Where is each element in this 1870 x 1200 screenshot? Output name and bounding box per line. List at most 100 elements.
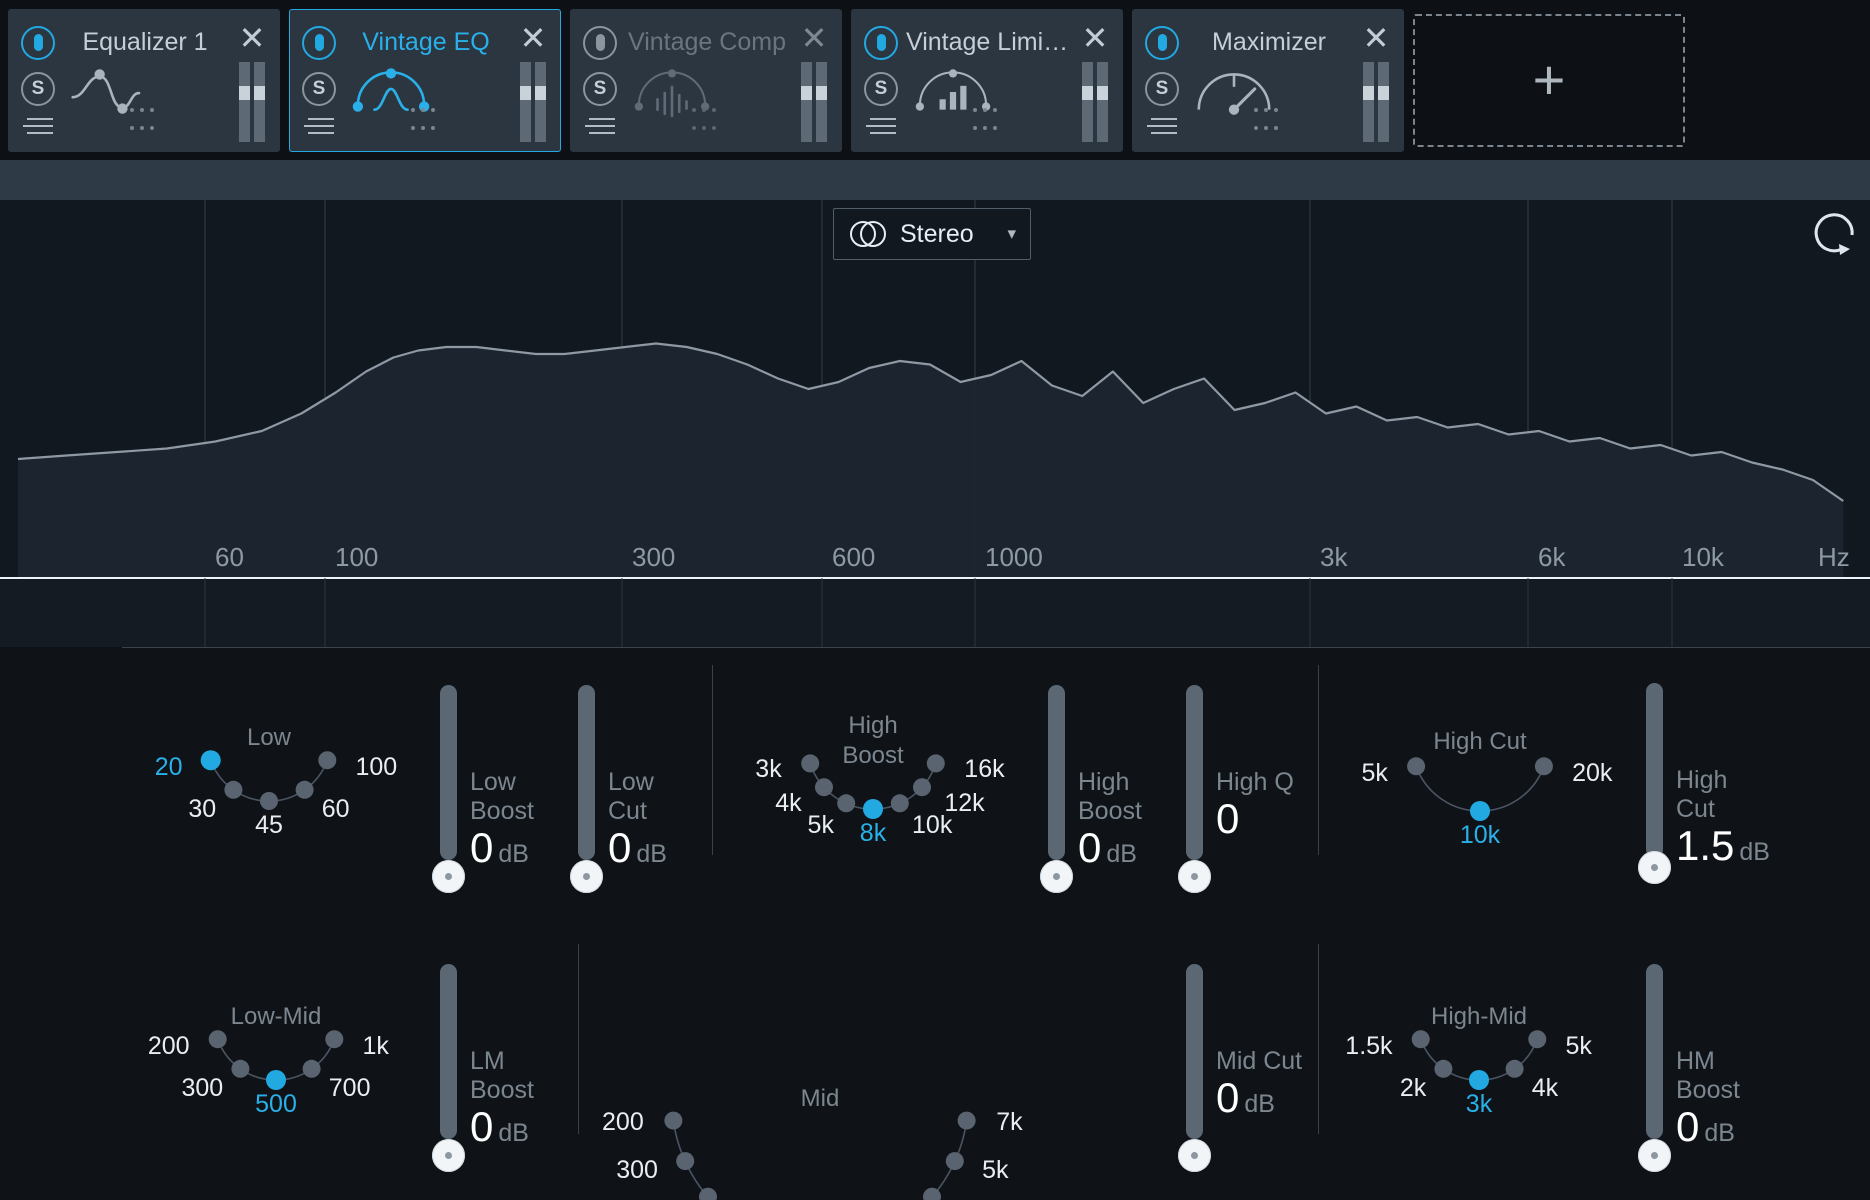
- list-icon[interactable]: [21, 117, 55, 140]
- module-tile[interactable]: S Equalizer 1 ✕: [8, 8, 280, 152]
- hm-boost-slider-handle[interactable]: [1638, 1139, 1671, 1172]
- high-cut-slider[interactable]: High Cut 1.5 dB: [1638, 683, 1770, 884]
- module-tile[interactable]: S Vintage Comp ✕: [570, 8, 842, 152]
- knob-option-label[interactable]: 10k: [1460, 821, 1500, 850]
- knob-option-label[interactable]: 1k: [362, 1032, 388, 1061]
- low-boost-slider[interactable]: Low Boost 0 dB: [432, 685, 562, 893]
- high-q-slider-track[interactable]: [1186, 685, 1203, 860]
- mid-cut-slider-track[interactable]: [1186, 964, 1203, 1139]
- knob-detent[interactable]: [890, 794, 909, 813]
- knob-detent[interactable]: [1411, 1030, 1430, 1049]
- knob-detent[interactable]: [863, 799, 883, 819]
- knob-detent[interactable]: [815, 778, 833, 797]
- drag-handle-icon[interactable]: [970, 101, 1004, 137]
- high-boost-frequency-knob[interactable]: High Boost 3k 4k 5k 8k 10k 12k 16k: [755, 675, 1004, 847]
- high-q-slider[interactable]: High Q 0: [1178, 685, 1308, 893]
- knob-option-label[interactable]: 45: [255, 811, 283, 840]
- knob-option-label[interactable]: 1.5k: [1345, 1032, 1392, 1061]
- high-mid-frequency-knob[interactable]: High-Mid 1.5k 2k 3k 4k 5k: [1345, 954, 1592, 1118]
- knob-detent[interactable]: [325, 1030, 344, 1049]
- knob-option-label[interactable]: 700: [329, 1074, 371, 1103]
- knob-option-label[interactable]: 100: [355, 753, 397, 782]
- knob-detent[interactable]: [1528, 1030, 1547, 1049]
- hm-boost-slider-track[interactable]: [1646, 964, 1663, 1139]
- low-cut-slider-track[interactable]: [578, 685, 595, 860]
- knob-detent[interactable]: [1505, 1059, 1524, 1078]
- module-tile[interactable]: S Vintage EQ ✕: [289, 8, 561, 152]
- knob-option-label[interactable]: 30: [188, 795, 216, 824]
- high-boost-slider[interactable]: High Boost 0 dB: [1040, 685, 1170, 893]
- knob-option-label[interactable]: 5k: [1362, 759, 1388, 788]
- knob-detent[interactable]: [1470, 801, 1490, 821]
- hm-boost-slider[interactable]: HM Boost 0 dB: [1638, 964, 1768, 1172]
- high-cut-slider-handle[interactable]: [1638, 851, 1671, 884]
- knob-option-label[interactable]: 200: [148, 1032, 190, 1061]
- reset-button[interactable]: [1806, 205, 1866, 263]
- knob-option-label[interactable]: 16k: [964, 755, 1004, 784]
- knob-detent[interactable]: [837, 794, 856, 813]
- knob-option-label[interactable]: 4k: [1532, 1074, 1558, 1103]
- knob-option-label[interactable]: 7k: [996, 1108, 1022, 1137]
- spectrum-analyzer[interactable]: 60 100 300 600 1000 3k 6k 10k Hz: [0, 200, 1870, 647]
- knob-detent[interactable]: [224, 780, 243, 799]
- power-icon[interactable]: [583, 25, 617, 60]
- lm-boost-slider-track[interactable]: [440, 964, 457, 1139]
- knob-detent[interactable]: [208, 1030, 227, 1049]
- lm-boost-slider[interactable]: LM Boost 0 dB: [432, 964, 562, 1172]
- knob-option-label[interactable]: 60: [322, 795, 350, 824]
- high-q-slider-handle[interactable]: [1178, 860, 1211, 893]
- knob-option-label[interactable]: 5k: [982, 1156, 1008, 1185]
- knob-option-label[interactable]: 200: [602, 1108, 644, 1137]
- channel-mode-select[interactable]: Stereo ▾: [833, 208, 1031, 260]
- module-tile[interactable]: S Maximizer ✕: [1132, 8, 1404, 152]
- module-tile[interactable]: S Vintage Limiter ✕: [851, 8, 1123, 152]
- add-module-button[interactable]: +: [1413, 13, 1685, 147]
- knob-option-label[interactable]: 4k: [775, 789, 801, 818]
- solo-button[interactable]: S: [1145, 71, 1179, 106]
- low-boost-slider-track[interactable]: [440, 685, 457, 860]
- drag-handle-icon[interactable]: [1251, 101, 1285, 137]
- mid-frequency-knob[interactable]: Mid2003005007001k1.5k2k3k4k5k7k: [602, 950, 1023, 1200]
- knob-detent[interactable]: [1534, 757, 1553, 776]
- knob-detent[interactable]: [1469, 1070, 1489, 1090]
- knob-detent[interactable]: [913, 778, 931, 797]
- knob-detent[interactable]: [945, 1152, 964, 1171]
- knob-option-label[interactable]: 3k: [1466, 1090, 1492, 1119]
- high-boost-slider-handle[interactable]: [1040, 860, 1073, 893]
- knob-detent[interactable]: [1407, 757, 1426, 776]
- knob-option-label[interactable]: 20: [155, 753, 183, 782]
- low-boost-slider-handle[interactable]: [432, 860, 465, 893]
- close-icon[interactable]: ✕: [1080, 22, 1110, 54]
- power-icon[interactable]: [864, 25, 898, 60]
- list-icon[interactable]: [864, 117, 898, 140]
- knob-detent[interactable]: [295, 780, 314, 799]
- knob-option-label[interactable]: 20k: [1572, 759, 1612, 788]
- solo-button[interactable]: S: [864, 71, 898, 106]
- knob-option-label[interactable]: 12k: [944, 789, 984, 818]
- list-icon[interactable]: [302, 117, 336, 140]
- close-icon[interactable]: ✕: [237, 22, 267, 54]
- knob-detent[interactable]: [231, 1059, 250, 1078]
- knob-option-label[interactable]: 5k: [1565, 1032, 1591, 1061]
- low-cut-slider[interactable]: Low Cut 0 dB: [570, 685, 700, 893]
- knob-detent[interactable]: [200, 750, 221, 771]
- knob-detent[interactable]: [1434, 1059, 1453, 1078]
- knob-detent[interactable]: [676, 1152, 695, 1171]
- mid-cut-slider[interactable]: Mid Cut 0 dB: [1178, 964, 1308, 1172]
- knob-detent[interactable]: [302, 1059, 321, 1078]
- knob-option-label[interactable]: 5k: [808, 811, 834, 840]
- solo-button[interactable]: S: [21, 71, 55, 106]
- lm-boost-slider-handle[interactable]: [432, 1139, 465, 1172]
- knob-option-label[interactable]: 300: [616, 1156, 658, 1185]
- knob-detent[interactable]: [957, 1111, 976, 1130]
- solo-button[interactable]: S: [583, 71, 617, 106]
- list-icon[interactable]: [1145, 117, 1179, 140]
- knob-option-label[interactable]: 3k: [755, 755, 781, 784]
- low-frequency-knob[interactable]: Low 20 30 45 60 100: [155, 675, 397, 839]
- knob-option-label[interactable]: 500: [255, 1090, 297, 1119]
- power-icon[interactable]: [1145, 25, 1179, 60]
- knob-option-label[interactable]: 300: [182, 1074, 224, 1103]
- knob-option-label[interactable]: 2k: [1400, 1074, 1426, 1103]
- drag-handle-icon[interactable]: [408, 101, 442, 137]
- power-icon[interactable]: [302, 25, 336, 60]
